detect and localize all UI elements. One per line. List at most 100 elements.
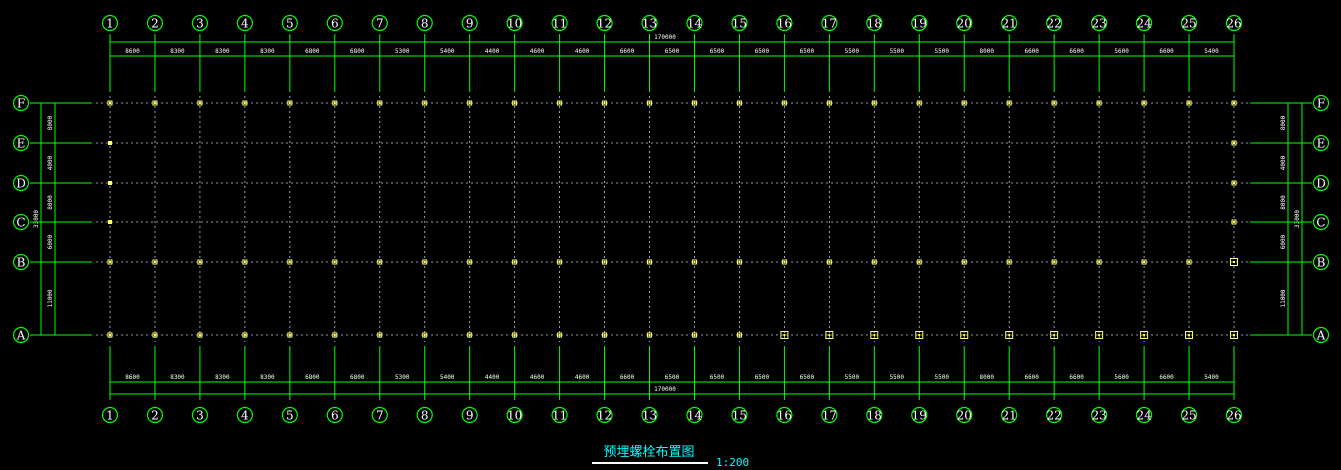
column-axis-top-label: 25 [1181, 17, 1196, 31]
column-axis-top-label: 13 [642, 17, 657, 31]
column-axis-top-label: 11 [552, 17, 567, 31]
bolt-center [1233, 102, 1235, 104]
dimension-label: 6500 [755, 48, 770, 55]
bolt-center [513, 261, 516, 263]
total-dimension-label: 170000 [654, 386, 676, 393]
column-axis-bottom-label: 23 [1091, 409, 1106, 423]
side-dimension-label: 6000 [1280, 234, 1287, 249]
bolt-center [783, 261, 786, 263]
column-axis-top-label: 26 [1226, 17, 1241, 31]
dimension-label: 6600 [1069, 374, 1084, 381]
bolt-center [1008, 261, 1011, 263]
bolt-center [738, 334, 741, 336]
dimension-label: 6600 [1159, 48, 1174, 55]
row-axis-left-label: F [17, 97, 25, 111]
bolt-center [1233, 221, 1235, 223]
column-axis-bottom-label: 9 [466, 409, 474, 423]
bolt-center [153, 102, 156, 104]
column-axis-bottom-label: 19 [912, 409, 927, 423]
bolt-center [1188, 334, 1191, 336]
drawing-scale: 1:200 [716, 456, 750, 469]
bolt-center [198, 261, 201, 263]
dimension-label: 5500 [890, 48, 905, 55]
row-axis-right-label: D [1316, 177, 1326, 191]
bolt-center [783, 334, 786, 336]
side-dimension-label: 8000 [47, 115, 54, 130]
dimension-label: 4600 [530, 48, 545, 55]
column-axis-bottom-label: 17 [822, 409, 837, 423]
bolt-center [783, 102, 786, 104]
dimension-lines: 8600 8300 8300 8300 6800 6800 5300 5400 4400 4600… [30, 34, 1312, 400]
row-axis-left-label: A [16, 329, 26, 343]
dimension-label: 6500 [665, 48, 680, 55]
dimension-label: 6800 [350, 48, 365, 55]
bolt-center [648, 261, 651, 263]
bolt-center [109, 334, 111, 336]
bolt-center [558, 261, 561, 263]
bolt-center [109, 221, 111, 223]
bolt-center [693, 334, 696, 336]
bolt-center [918, 334, 921, 336]
column-axis-top-label: 23 [1091, 17, 1106, 31]
dimension-label: 5500 [845, 48, 860, 55]
dimension-label: 5500 [845, 374, 860, 381]
dimension-label: 5300 [395, 48, 410, 55]
column-axis-bottom-label: 1 [106, 409, 114, 423]
dimension-label: 6600 [620, 374, 635, 381]
column-axis-top-label: 19 [912, 17, 927, 31]
column-axis-top-label: 24 [1136, 17, 1152, 31]
column-axis-top-label: 10 [507, 17, 522, 31]
column-axis-top-label: 2 [151, 17, 159, 31]
dimension-label: 8300 [170, 48, 185, 55]
dimension-label: 6500 [755, 374, 770, 381]
bolt-center [333, 102, 336, 104]
dimension-label: 4600 [530, 374, 545, 381]
title-underline [592, 462, 708, 464]
bolt-center [963, 334, 966, 336]
dimension-label: 5600 [1114, 48, 1129, 55]
bolt-center [513, 102, 516, 104]
dimension-label: 4400 [485, 374, 500, 381]
column-axis-top-label: 21 [1002, 17, 1017, 31]
column-axis-top-label: 7 [376, 17, 384, 31]
column-axis-top-label: 5 [286, 17, 294, 31]
bolt-center [423, 334, 426, 336]
column-axis-top-label: 20 [957, 17, 972, 31]
row-axis-left-label: E [17, 137, 26, 151]
bolt-center [198, 102, 201, 104]
row-axis-right-label: A [1316, 329, 1326, 343]
axis-bubbles: 1122334455667788991010111112121313141415… [12, 14, 1330, 424]
total-dimension-label: 170000 [654, 34, 676, 41]
column-axis-bottom-label: 22 [1047, 409, 1062, 423]
column-axis-bottom-label: 2 [151, 409, 159, 423]
side-dimension-label: 8000 [47, 195, 54, 210]
bolt-center [918, 261, 921, 263]
dimension-label: 8300 [215, 48, 230, 55]
row-axis-right-label: E [1317, 137, 1326, 151]
column-axis-top-label: 1 [106, 17, 114, 31]
drawing-title: 预埋螺栓布置图 [603, 445, 695, 460]
column-axis-top-label: 17 [822, 17, 837, 31]
bolt-center [468, 102, 471, 104]
column-axis-bottom-label: 21 [1002, 409, 1017, 423]
bolt-center [109, 142, 111, 144]
bolt-center [963, 261, 966, 263]
column-axis-bottom-label: 13 [642, 409, 657, 423]
bolt-center [1098, 261, 1101, 263]
bolt-center [243, 102, 246, 104]
dimension-label: 6500 [710, 374, 725, 381]
bolt-center [1233, 182, 1235, 184]
bolt-center [153, 334, 156, 336]
bolt-center [423, 102, 426, 104]
bolt-center [828, 334, 831, 336]
column-axis-top-label: 3 [196, 17, 204, 31]
bolt-center [1188, 261, 1191, 263]
side-total-dimension-label: 33000 [33, 210, 40, 228]
bolt-center [378, 102, 381, 104]
bolt-center [603, 334, 606, 336]
bolt-center [1053, 261, 1056, 263]
column-axis-bottom-label: 15 [732, 409, 747, 423]
column-axis-bottom-label: 12 [597, 409, 612, 423]
bolt-center [288, 334, 291, 336]
bolt-center [873, 261, 876, 263]
